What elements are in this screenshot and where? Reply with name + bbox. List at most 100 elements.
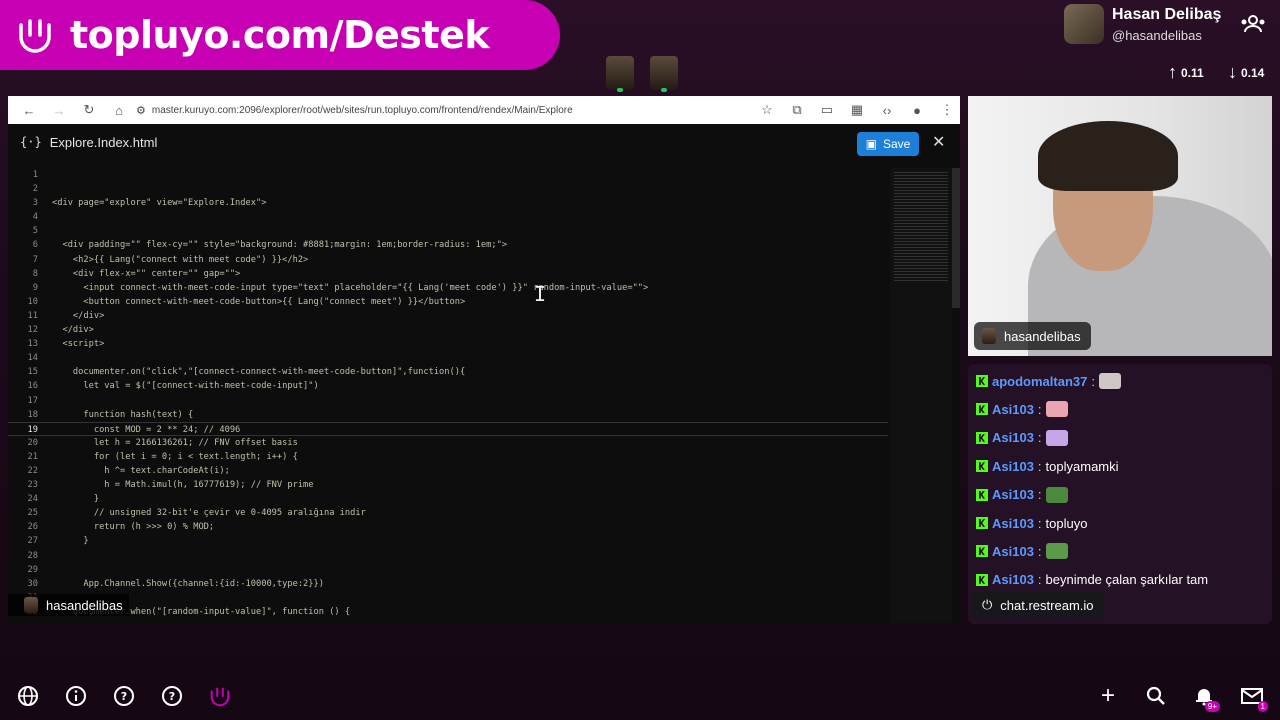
chat-message: Asi103: toplyamamki: [976, 455, 1119, 477]
line-number: 18: [27, 409, 38, 420]
code-line[interactable]: 27 }: [8, 534, 888, 548]
code-line[interactable]: 2: [8, 182, 888, 196]
code-line[interactable]: 15 documenter.on("click","[connect-conne…: [8, 365, 888, 379]
line-number: 3: [32, 198, 38, 209]
code-line[interactable]: 12 </div>: [8, 323, 888, 337]
chat-separator: :: [1037, 543, 1042, 559]
code-text: <button connect-with-meet-code-button>{{…: [52, 296, 466, 307]
chat-separator: :: [1091, 373, 1095, 389]
extensions-icon[interactable]: ⧉: [784, 98, 810, 122]
code-line[interactable]: 20 let h = 2166136261; // FNV offset bas…: [8, 436, 888, 450]
menu-kebab-icon[interactable]: ⋮: [934, 98, 960, 122]
chat-username[interactable]: Asi103: [992, 459, 1034, 474]
code-editor[interactable]: 1 2 3 <div page="explore" view="Explore.Ind…: [8, 168, 888, 623]
code-line[interactable]: 4: [8, 210, 888, 224]
code-line[interactable]: 17: [8, 394, 888, 408]
code-line[interactable]: 3 <div page="explore" view="Explore.Index…: [8, 196, 888, 210]
download-speed: ↓ 0.14: [1228, 62, 1264, 83]
line-number: 25: [27, 508, 38, 519]
code-text: <div page="explore" view="Explore.Index"…: [52, 198, 267, 209]
profile-icon[interactable]: ●: [904, 98, 930, 122]
code-line[interactable]: 26 return (h >>> 0) % MOD;: [8, 520, 888, 534]
forward-icon[interactable]: →: [46, 98, 72, 122]
code-line[interactable]: 28: [8, 549, 888, 563]
code-line[interactable]: 29: [8, 563, 888, 577]
code-line[interactable]: 31: [8, 591, 888, 605]
help-icon[interactable]: ?: [160, 684, 184, 708]
code-minimap[interactable]: [890, 168, 952, 623]
mail-badge: 1: [1257, 701, 1268, 712]
code-line[interactable]: 16 let val = $("[connect-with-meet-code-…: [8, 379, 888, 393]
code-line[interactable]: 5: [8, 224, 888, 238]
topluyo-logo-icon[interactable]: [208, 684, 232, 708]
profile-handle: @hasandelibas: [1112, 28, 1202, 43]
webcam-feed: hasandelibas: [968, 96, 1272, 356]
code-line[interactable]: 13 <script>: [8, 337, 888, 351]
chat-source: ⏻ chat.restream.io: [972, 592, 1104, 618]
info-icon[interactable]: [64, 684, 88, 708]
code-line[interactable]: 11 </div>: [8, 309, 888, 323]
avatar[interactable]: [1064, 4, 1104, 44]
chat-username[interactable]: Asi103: [992, 487, 1034, 502]
code-line[interactable]: 8 <div flex-x="" center="" gap="">: [8, 267, 888, 281]
mail-icon[interactable]: 1: [1240, 684, 1268, 712]
code-text: <script>: [52, 339, 105, 350]
browser-window: ← → ↻ ⌂ ⚙ master.kuruyo.com:2096/explore…: [8, 96, 960, 623]
reload-icon[interactable]: ↻: [76, 98, 102, 122]
editor-scrollbar[interactable]: [952, 168, 960, 308]
back-icon[interactable]: ←: [16, 98, 42, 122]
line-number: 28: [27, 550, 38, 561]
code-line[interactable]: 18 function hash(text) {: [8, 408, 888, 422]
code-line[interactable]: 19 const MOD = 2 ** 24; // 4096: [8, 421, 888, 436]
code-line[interactable]: 7 <h2>{{ Lang("connect with meet code") …: [8, 253, 888, 267]
line-number: 4: [32, 212, 38, 223]
code-line[interactable]: 9 <input connect-with-meet-code-input ty…: [8, 281, 888, 295]
plus-icon[interactable]: +: [1096, 682, 1120, 709]
line-number: 15: [27, 367, 38, 378]
code-text: h ^= text.charCodeAt(i);: [52, 465, 230, 476]
chat-username[interactable]: Asi103: [992, 544, 1034, 559]
bell-icon[interactable]: 9+: [1192, 684, 1220, 712]
line-number: 17: [27, 395, 38, 406]
site-info-icon[interactable]: ⚙: [136, 104, 146, 117]
code-line[interactable]: 10 <button connect-with-meet-code-button…: [8, 295, 888, 309]
home-icon[interactable]: ⌂: [106, 98, 132, 122]
help-icon[interactable]: ?: [112, 684, 136, 708]
address-bar[interactable]: ⚙ master.kuruyo.com:2096/explorer/root/w…: [136, 104, 750, 117]
code-line[interactable]: 21 for (let i = 0; i < text.length; i++)…: [8, 450, 888, 464]
code-line[interactable]: 32 documenter.when("[random-input-value]…: [8, 605, 888, 619]
globe-icon[interactable]: [16, 684, 40, 708]
chat-username[interactable]: Asi103: [992, 516, 1034, 531]
code-line[interactable]: 6 <div padding="" flex-cy="" style="back…: [8, 238, 888, 252]
participant-avatar[interactable]: [606, 56, 634, 92]
chat-username[interactable]: apodomaltan37: [992, 374, 1087, 389]
chat-username[interactable]: Asi103: [992, 430, 1034, 445]
code-line[interactable]: 24 }: [8, 492, 888, 506]
frog-emote-icon: [1045, 543, 1068, 560]
participant-avatar[interactable]: [650, 56, 678, 92]
profile-card[interactable]: Hasan Delibaş @hasandelibas: [1064, 4, 1274, 48]
code-line[interactable]: 30 App.Channel.Show({channel:{id:-10000,…: [8, 577, 888, 591]
chat-username[interactable]: Asi103: [992, 402, 1034, 417]
cast-icon[interactable]: ▭: [814, 98, 840, 122]
apps-icon[interactable]: ▦: [844, 98, 870, 122]
line-number: 14: [27, 353, 38, 364]
close-icon[interactable]: ✕: [932, 132, 946, 152]
people-icon[interactable]: [1240, 14, 1266, 39]
save-label: Save: [882, 137, 911, 151]
code-line[interactable]: 14: [8, 351, 888, 365]
code-line[interactable]: 22 h ^= text.charCodeAt(i);: [8, 464, 888, 478]
code-line[interactable]: 1: [8, 168, 888, 182]
bookmark-star-icon[interactable]: ☆: [754, 98, 780, 122]
code-line[interactable]: 25 // unsigned 32-bit'e çevir ve 0-4095 …: [8, 506, 888, 520]
code-text: App.Channel.Show({channel:{id:-10000,typ…: [52, 578, 324, 589]
chat-panel[interactable]: Asi103: beynimde çalan şarkılar tam Asi103…: [968, 364, 1272, 624]
code-line[interactable]: 23 h = Math.imul(h, 16777619); // FNV pr…: [8, 478, 888, 492]
chat-username[interactable]: Asi103: [992, 572, 1034, 587]
line-number: 21: [27, 451, 38, 462]
browser-toolbar: ← → ↻ ⌂ ⚙ master.kuruyo.com:2096/explore…: [8, 96, 960, 124]
save-button[interactable]: ▣ Save: [857, 132, 919, 156]
devtools-icon[interactable]: ‹›: [874, 98, 900, 122]
search-icon[interactable]: [1144, 684, 1168, 708]
code-text: let h = 2166136261; // FNV offset basis: [52, 437, 298, 448]
